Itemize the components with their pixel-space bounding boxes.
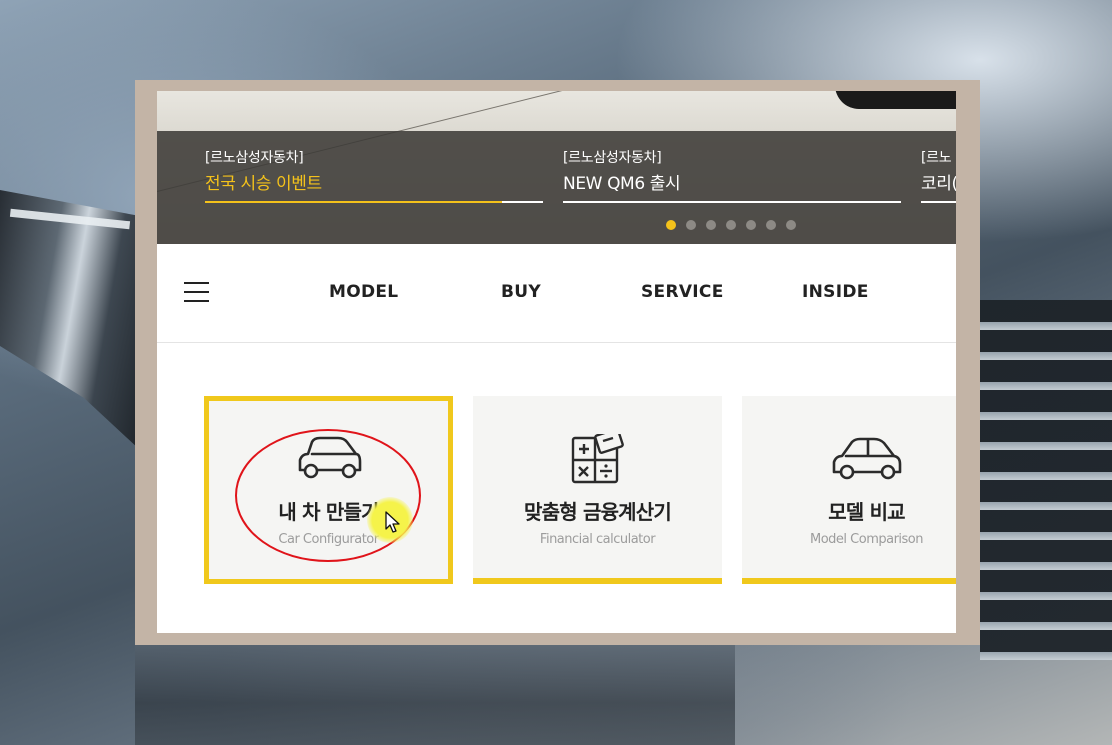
calculator-icon <box>571 434 624 484</box>
pagination-dot[interactable] <box>686 220 696 230</box>
slide-item-2[interactable]: [르노삼성자동차] NEW QM6 출시 <box>563 147 901 203</box>
card-title: 맞춤형 금융계산기 <box>524 500 672 524</box>
pagination-dot[interactable] <box>706 220 716 230</box>
card-accent-bar <box>473 578 722 584</box>
background-bumper <box>135 640 735 745</box>
slide-brand: [르노삼성자동차] <box>563 150 662 166</box>
card-model-comparison[interactable]: 모델 비교 Model Comparison <box>742 396 956 584</box>
slide-headline: 전국 시승 이벤트 <box>205 174 322 194</box>
pagination-dot[interactable] <box>766 220 776 230</box>
hamburger-icon[interactable] <box>184 282 210 304</box>
slide-brand: [르노 <box>921 150 952 166</box>
card-subtitle: Financial calculator <box>539 532 656 547</box>
card-subtitle: Model Comparison <box>810 532 924 547</box>
card-financial-calculator[interactable]: 맞춤형 금융계산기 Financial calculator <box>473 396 722 584</box>
nav-item-model[interactable]: MODEL <box>329 282 398 302</box>
background-headlight <box>0 190 140 450</box>
nav-item-inside[interactable]: INSIDE <box>802 282 869 302</box>
nav-item-buy[interactable]: BUY <box>501 282 541 302</box>
hero-car-image <box>835 91 956 109</box>
slide-headline: 코리( <box>921 174 956 194</box>
slide-item-1[interactable]: [르노삼성자동차] 전국 시승 이벤트 <box>205 147 543 203</box>
slide-progress-track <box>921 201 956 203</box>
pagination-dot[interactable] <box>786 220 796 230</box>
hero-banner: [르노삼성자동차] 전국 시승 이벤트 [르노삼성자동차] NEW QM6 출시… <box>157 91 956 244</box>
main-navigation: MODEL BUY SERVICE INSIDE <box>157 244 956 343</box>
nav-item-service[interactable]: SERVICE <box>641 282 724 302</box>
slide-headline: NEW QM6 출시 <box>563 174 681 194</box>
slide-pagination <box>666 220 796 230</box>
car-icon <box>832 437 902 480</box>
card-accent-bar <box>742 578 956 584</box>
pagination-dot[interactable] <box>746 220 756 230</box>
slide-item-3[interactable]: [르노 코리( <box>921 147 956 203</box>
card-title: 모델 비교 <box>828 500 905 524</box>
slide-progress-track <box>563 201 901 203</box>
background-grille <box>980 300 1112 660</box>
slide-brand: [르노삼성자동차] <box>205 150 304 166</box>
pagination-dot[interactable] <box>666 220 676 230</box>
website-viewport: [르노삼성자동차] 전국 시승 이벤트 [르노삼성자동차] NEW QM6 출시… <box>157 91 956 633</box>
slide-progress-fill <box>205 201 503 203</box>
mouse-pointer-icon <box>385 511 400 533</box>
pagination-dot[interactable] <box>726 220 736 230</box>
